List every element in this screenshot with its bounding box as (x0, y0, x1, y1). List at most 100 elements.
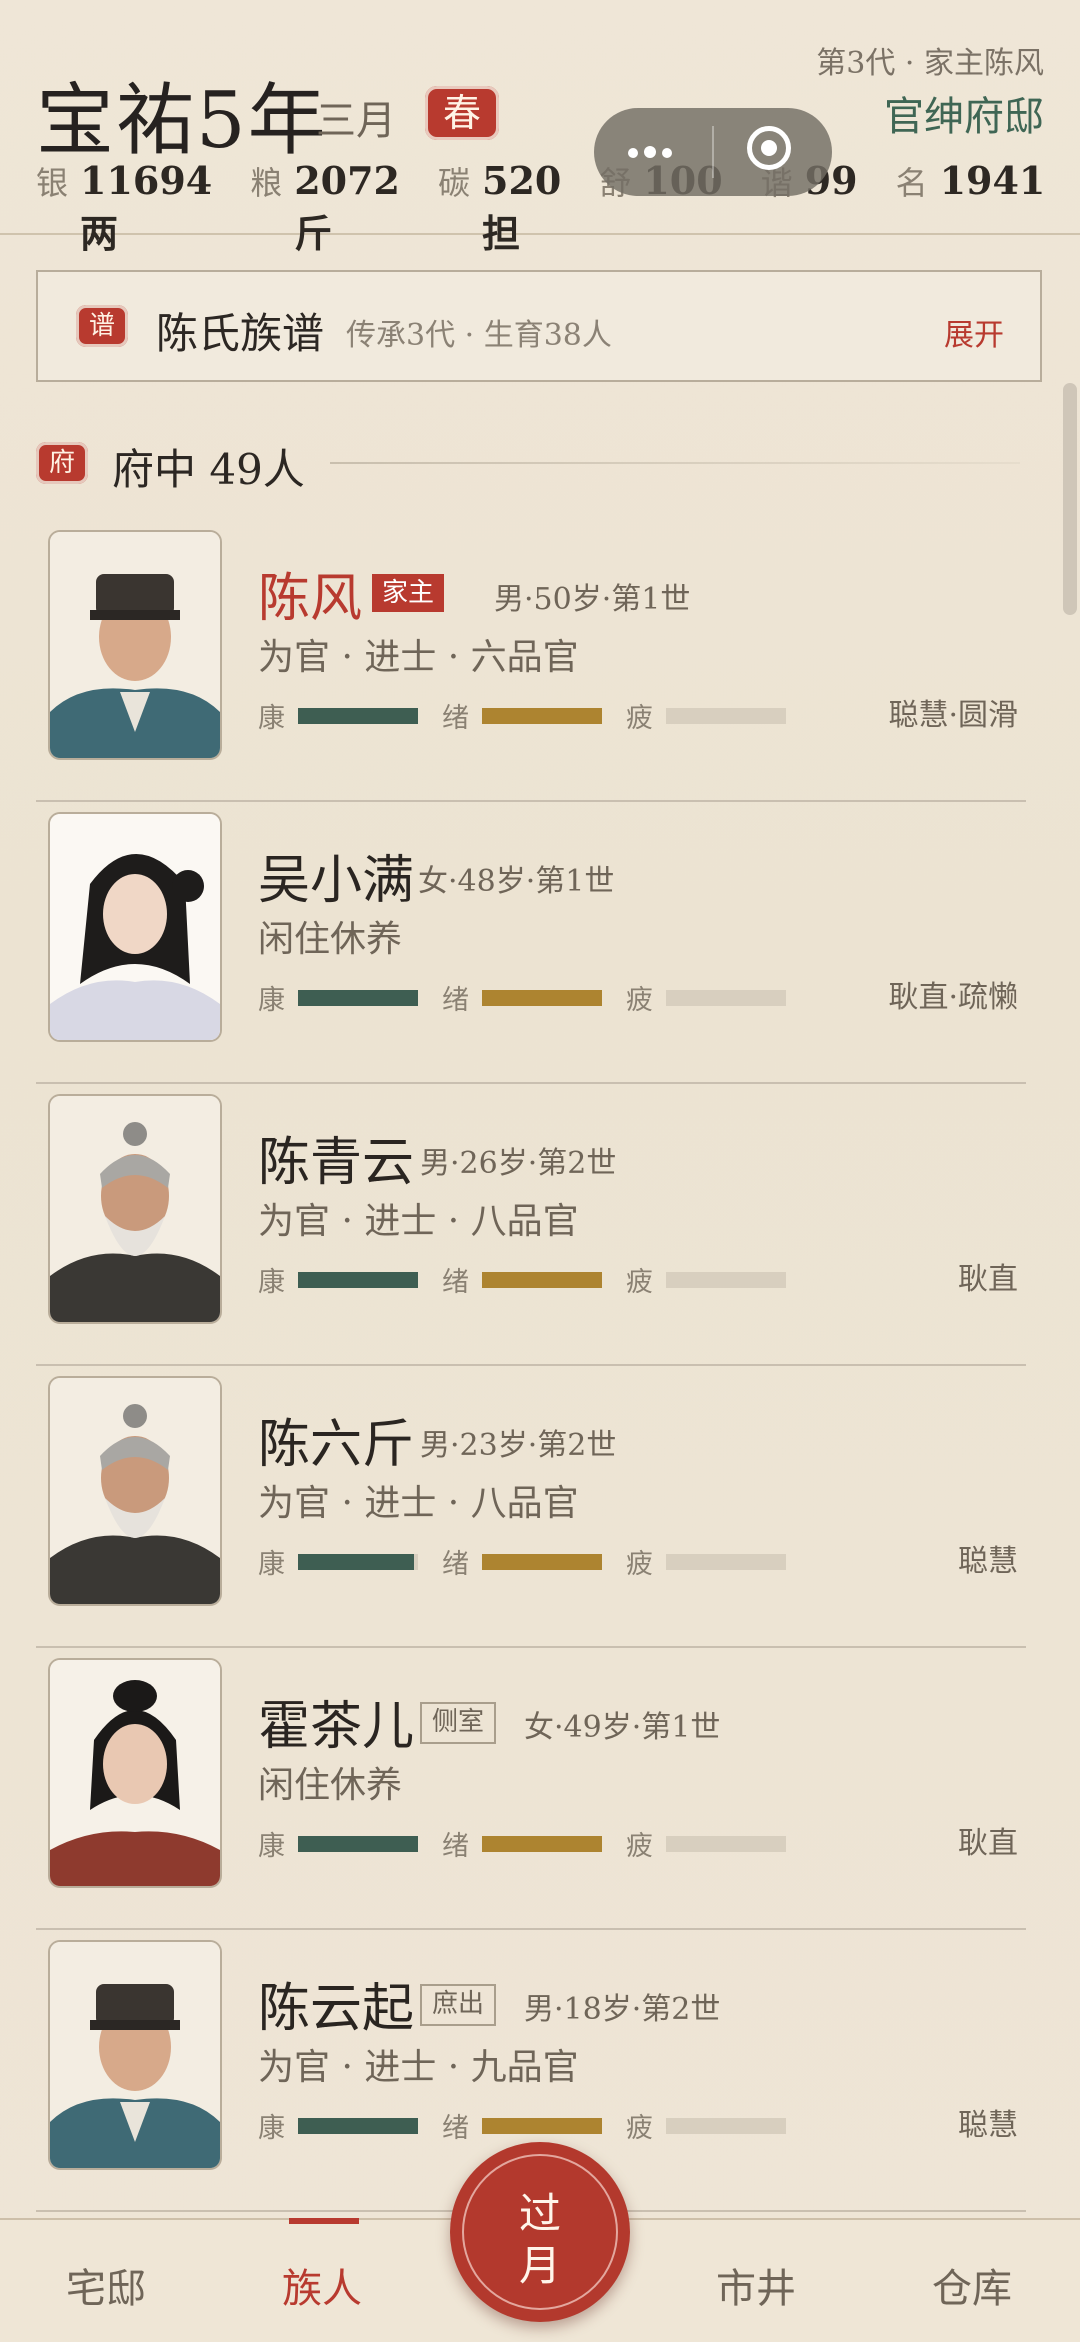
member-info: 男·18岁·第2世 (524, 1992, 721, 2027)
fatigue-bar (666, 2117, 786, 2134)
fatigue-label: 疲 (626, 2113, 653, 2144)
member-status-bars: 康 绪 疲 (258, 1824, 810, 1863)
member-card[interactable]: 陈风 家主 男·50岁·第1世 为官 · 进士 · 六品官 康 绪 疲 聪慧·圆… (36, 520, 1026, 802)
member-status-bars: 康 绪 疲 (258, 1542, 810, 1581)
member-portrait (48, 1658, 222, 1888)
tab-market[interactable]: 市井 (716, 2256, 796, 2314)
member-info: 男·23岁·第2世 (420, 1428, 617, 1463)
member-role: 为官 · 进士 · 九品官 (258, 2047, 579, 2088)
stat-value: 11694两 (80, 158, 213, 256)
tab-clan-members[interactable]: 族人 (282, 2256, 362, 2314)
member-name: 陈云起 (258, 1979, 415, 2039)
member-card[interactable]: 霍茶儿 侧室 女·49岁·第1世 闲住休养 康 绪 疲 耿直 (36, 1648, 1026, 1930)
official-portrait-icon (50, 532, 220, 758)
member-status-bars: 康 绪 疲 (258, 696, 810, 735)
member-card[interactable]: 陈六斤 男·23岁·第2世 为官 · 进士 · 八品官 康 绪 疲 聪慧 (36, 1366, 1026, 1648)
member-name: 霍茶儿 (258, 1697, 415, 1757)
health-bar (298, 707, 418, 724)
health-label: 康 (258, 703, 285, 734)
scrollbar[interactable] (1063, 383, 1077, 615)
head-of-house-badge: 家主 (372, 574, 445, 612)
member-traits: 耿直 (958, 1826, 1018, 1861)
genealogy-subtitle: 传承3代 · 生育38人 (346, 318, 612, 353)
stat-label: 粮 (250, 164, 283, 202)
member-traits: 耿直·疏懒 (888, 980, 1018, 1015)
mood-bar (482, 989, 602, 1006)
member-role: 闲住休养 (258, 1765, 403, 1806)
fatigue-bar (666, 1835, 786, 1852)
concubine-portrait-icon (50, 1660, 220, 1886)
member-role: 为官 · 进士 · 八品官 (258, 1201, 579, 1242)
fatigue-bar (666, 1553, 786, 1570)
stat-label: 银 (36, 164, 69, 202)
genealogy-seal-icon: 谱 (76, 305, 128, 347)
generation-info: 第3代 · 家主陈风 (816, 46, 1044, 81)
member-card[interactable]: 吴小满 女·48岁·第1世 闲住休养 康 绪 疲 耿直·疏懒 (36, 802, 1026, 1084)
health-label: 康 (258, 1831, 285, 1862)
genealogy-expand-button[interactable]: 展开 (944, 310, 1004, 354)
health-label: 康 (258, 985, 285, 1016)
concubine-badge: 侧室 (420, 1702, 497, 1744)
next-month-button[interactable]: 过 月 (450, 2142, 630, 2322)
member-portrait (48, 1376, 222, 1606)
member-card[interactable]: 陈青云 男·26岁·第2世 为官 · 进士 · 八品官 康 绪 疲 耿直 (36, 1084, 1026, 1366)
member-status-bars: 康 绪 疲 (258, 978, 810, 1017)
member-traits: 耿直 (958, 1262, 1018, 1297)
member-role: 为官 · 进士 · 八品官 (258, 1483, 579, 1524)
elder-portrait-icon (50, 1096, 220, 1322)
household-count-title: 府中 49人 (112, 445, 305, 494)
stat-silver: 银 11694两 (36, 158, 212, 258)
close-target-icon[interactable] (714, 108, 832, 196)
fatigue-label: 疲 (626, 703, 653, 734)
fatigue-bar (666, 707, 786, 724)
health-bar (298, 989, 418, 1006)
member-info: 女·48岁·第1世 (418, 864, 615, 899)
illegitimate-badge: 庶出 (420, 1984, 497, 2026)
elder-portrait-icon (50, 1378, 220, 1604)
member-name: 陈青云 (258, 1133, 415, 1193)
mood-bar (482, 2117, 602, 2134)
era-year: 宝祐5年 (36, 76, 328, 166)
lady-portrait-icon (50, 814, 220, 1040)
member-status-bars: 康 绪 疲 (258, 2106, 810, 2145)
fatigue-label: 疲 (626, 985, 653, 1016)
health-label: 康 (258, 1267, 285, 1298)
tab-residence[interactable]: 宅邸 (66, 2256, 146, 2314)
mood-label: 绪 (442, 2113, 469, 2144)
stat-grain: 粮 2072斤 (250, 158, 400, 258)
member-info: 男·26岁·第2世 (420, 1146, 617, 1181)
health-bar (298, 1835, 418, 1852)
fatigue-bar (666, 989, 786, 1006)
mood-bar (482, 1271, 602, 1288)
member-name: 陈六斤 (258, 1415, 415, 1475)
health-bar (298, 2117, 418, 2134)
current-month: 三月 (316, 98, 396, 144)
member-name: 吴小满 (258, 851, 415, 911)
tab-warehouse[interactable]: 仓库 (932, 2256, 1012, 2314)
genealogy-card[interactable]: 谱 陈氏族谱 传承3代 · 生育38人 展开 (36, 270, 1042, 382)
mood-label: 绪 (442, 703, 469, 734)
stat-value: 1941 (939, 158, 1046, 203)
mood-bar (482, 707, 602, 724)
top-header: 宝祐5年 三月 春 第3代 · 家主陈风 官绅府邸 银 11694两 粮 207… (0, 0, 1080, 256)
next-month-label-2: 月 (518, 2241, 561, 2290)
fatigue-label: 疲 (626, 1267, 653, 1298)
mood-label: 绪 (442, 1549, 469, 1580)
member-portrait (48, 1940, 222, 2170)
member-info: 男·50岁·第1世 (494, 582, 691, 617)
member-traits: 聪慧·圆滑 (888, 698, 1018, 733)
member-traits: 聪慧 (958, 1544, 1018, 1579)
member-portrait (48, 530, 222, 760)
member-traits: 聪慧 (958, 2108, 1018, 2143)
health-label: 康 (258, 1549, 285, 1580)
more-options-icon[interactable] (594, 108, 712, 196)
estate-name[interactable]: 官绅府邸 (884, 84, 1044, 142)
mood-label: 绪 (442, 1831, 469, 1862)
stat-charcoal: 碳 520担 (438, 158, 561, 258)
stat-label: 碳 (438, 164, 471, 202)
mood-bar (482, 1553, 602, 1570)
stat-value: 520担 (482, 158, 562, 256)
mood-label: 绪 (442, 985, 469, 1016)
health-bar (298, 1553, 418, 1570)
member-status-bars: 康 绪 疲 (258, 1260, 810, 1299)
